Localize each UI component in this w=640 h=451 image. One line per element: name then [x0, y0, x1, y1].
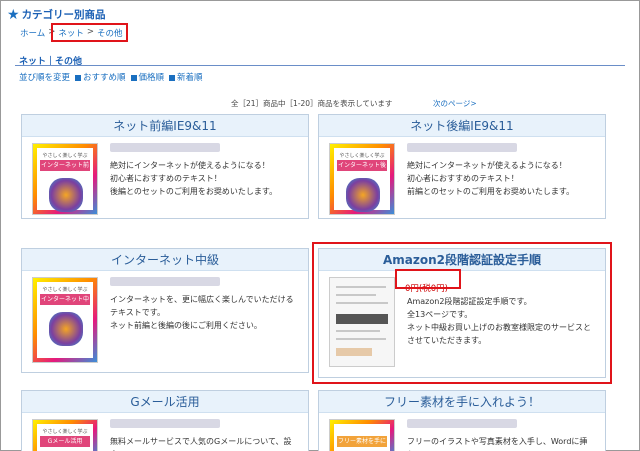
breadcrumb-highlight [51, 23, 128, 42]
price-highlight [395, 269, 461, 289]
sort-bar: 並び順を変更 おすすめ順 価格順 新着順 [19, 71, 203, 83]
price-placeholder [407, 143, 517, 152]
product-card[interactable]: Gメール活用 やさしく楽しく学ぶ Gメール活用 無料メールサービスで人気のGメール… [21, 390, 309, 451]
square-icon [75, 74, 82, 81]
product-thumbnail[interactable]: フリー素材を手に入れよう [329, 419, 395, 451]
product-title[interactable]: Gメール活用 [22, 391, 308, 413]
product-title[interactable]: ネット後編IE9&11 [319, 115, 605, 137]
price-placeholder [407, 419, 517, 428]
result-count: 全［21］商品中［1-20］商品を表示しています [231, 99, 393, 108]
product-thumbnail[interactable]: やさしく楽しく学ぶ インターネット中級 [32, 277, 98, 363]
square-icon [130, 74, 137, 81]
sort-newest[interactable]: 新着順 [169, 71, 203, 83]
divider [15, 65, 625, 66]
product-description: 無料メールサービスで人気のGメールについて、設定 [110, 437, 292, 451]
product-thumbnail[interactable]: やさしく楽しく学ぶ Gメール活用 [32, 419, 98, 451]
card-highlight [312, 242, 612, 384]
product-card[interactable]: ネット後編IE9&11 やさしく楽しく学ぶ インターネット後編 絶対にインターネッ… [318, 114, 606, 219]
product-description: 絶対にインターネットが使えるようになる！ 初心者におすすめのテキスト！ 前編とのセッ… [407, 161, 575, 196]
sort-label[interactable]: 並び順を変更 [19, 71, 70, 83]
sort-recommend[interactable]: おすすめ順 [75, 71, 126, 83]
product-title[interactable]: インターネット中級 [22, 249, 308, 271]
product-description: フリーのイラストや写真素材を入手し、Wordに挿入 [407, 437, 588, 451]
price-placeholder [110, 419, 220, 428]
product-card[interactable]: フリー素材を手に入れよう！ フリー素材を手に入れよう フリーのイラストや写真素材… [318, 390, 606, 451]
page-title: カテゴリー別商品 [21, 9, 106, 21]
product-thumbnail[interactable]: やさしく楽しく学ぶ インターネット後編 [329, 143, 395, 215]
product-description: 絶対にインターネットが使えるようになる！ 初心者におすすめのテキスト！ 後編とのセッ… [110, 161, 278, 196]
price-placeholder [110, 277, 220, 286]
breadcrumb-home[interactable]: ホーム [20, 27, 45, 39]
product-thumbnail[interactable]: やさしく楽しく学ぶ インターネット前編 [32, 143, 98, 215]
product-title[interactable]: ネット前編IE9&11 [22, 115, 308, 137]
star-icon: ★ [7, 6, 20, 23]
product-title[interactable]: フリー素材を手に入れよう！ [319, 391, 605, 413]
next-page-link[interactable]: 次のページ> [433, 98, 477, 109]
square-icon [169, 74, 176, 81]
product-card[interactable]: インターネット中級 やさしく楽しく学ぶ インターネット中級 インターネットを、更に… [21, 248, 309, 373]
product-description: インターネットを、更に幅広く楽しんでいただけるテキストです。 ネット前編と後編の後… [110, 295, 294, 330]
page-header: ★ カテゴリー別商品 [7, 7, 106, 22]
price-placeholder [110, 143, 220, 152]
product-card[interactable]: ネット前編IE9&11 やさしく楽しく学ぶ インターネット前編 絶対にインターネッ… [21, 114, 309, 219]
sort-price[interactable]: 価格順 [130, 71, 164, 83]
